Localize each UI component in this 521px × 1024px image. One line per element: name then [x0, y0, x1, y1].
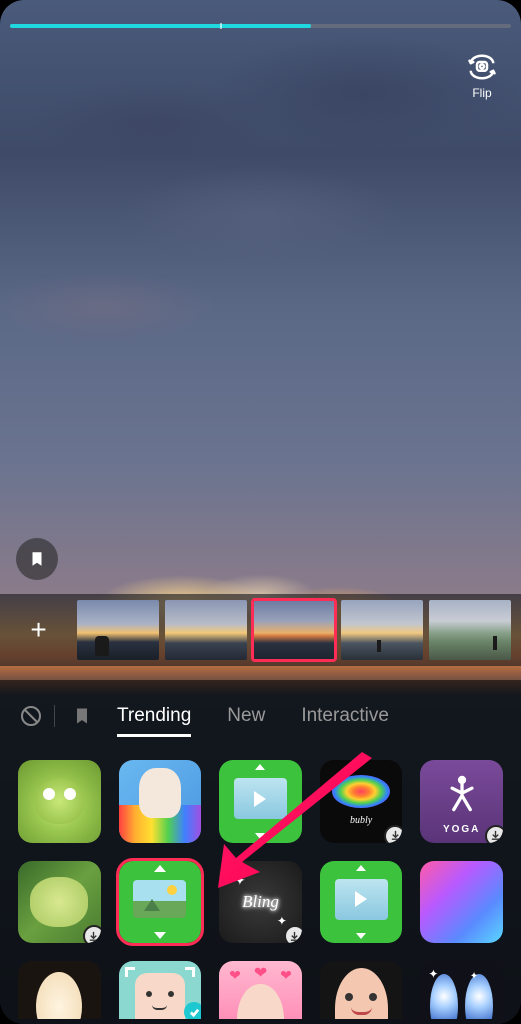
download-icon	[384, 825, 402, 843]
download-icon	[284, 925, 302, 943]
effect-egg-face[interactable]	[18, 961, 101, 1019]
effect-yoga[interactable]: YOGA	[420, 760, 503, 843]
clip-thumbnail-strip: +	[0, 594, 521, 666]
download-icon	[83, 925, 101, 943]
effect-sparkle-eyes[interactable]: ✦ ✦	[420, 961, 503, 1019]
sky-clouds	[0, 0, 521, 614]
clip-thumbnail[interactable]	[429, 600, 511, 660]
bookmark-icon	[72, 706, 92, 726]
recording-progress-fill	[10, 24, 311, 28]
tab-interactive[interactable]: Interactive	[283, 705, 407, 727]
tab-trending[interactable]: Trending	[99, 705, 209, 727]
effects-panel: Trending New Interactive	[0, 680, 521, 1024]
no-effect-button[interactable]	[14, 704, 48, 728]
tab-new[interactable]: New	[209, 705, 283, 727]
effect-green-screen-photo[interactable]	[119, 861, 202, 944]
check-icon	[184, 1002, 201, 1019]
clip-thumbnail[interactable]	[341, 600, 423, 660]
effect-green-screen-video-2[interactable]	[320, 861, 403, 944]
clip-thumbnail[interactable]	[77, 600, 159, 660]
effect-bald-face[interactable]	[320, 961, 403, 1019]
effect-bling[interactable]: Bling ✦ ✦	[219, 861, 302, 944]
add-clip-button[interactable]: +	[6, 600, 71, 660]
recording-progress-track	[10, 24, 511, 28]
download-icon	[485, 825, 503, 843]
effects-grid: bubly YOGA Bling	[0, 760, 521, 943]
camera-viewport: Flip +	[0, 0, 521, 1024]
effect-gradient[interactable]	[420, 861, 503, 944]
flip-label: Flip	[472, 86, 491, 100]
effects-tab-bar: Trending New Interactive	[0, 692, 521, 740]
bookmark-icon	[28, 550, 46, 568]
effect-square-face[interactable]	[119, 961, 202, 1019]
flip-icon	[467, 52, 497, 82]
effects-grid-row3: ❤ ❤ ❤ ✦ ✦	[0, 961, 521, 1019]
bookmark-button[interactable]	[16, 538, 58, 580]
effect-hearts-face[interactable]: ❤ ❤ ❤	[219, 961, 302, 1019]
clip-thumbnail[interactable]	[165, 600, 247, 660]
effect-dragon[interactable]	[18, 760, 101, 843]
progress-segment-marker	[220, 23, 222, 29]
ban-icon	[19, 704, 43, 728]
effect-bubly[interactable]: bubly	[320, 760, 403, 843]
effect-green-screen-video[interactable]	[219, 760, 302, 843]
flip-camera-button[interactable]: Flip	[467, 52, 497, 100]
clip-thumbnail-selected[interactable]	[253, 600, 335, 660]
effect-hand-rainbow[interactable]	[119, 760, 202, 843]
saved-effects-tab[interactable]	[65, 706, 99, 726]
effect-jungle[interactable]	[18, 861, 101, 944]
